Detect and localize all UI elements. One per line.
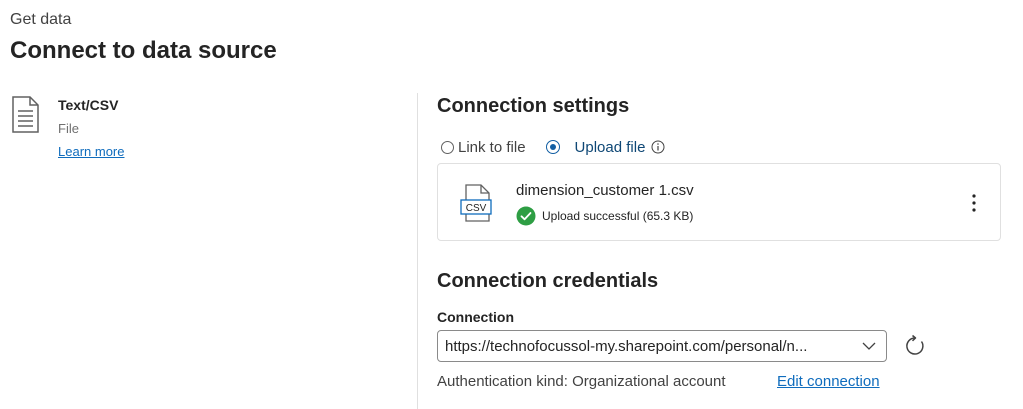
- refresh-icon[interactable]: [902, 333, 928, 359]
- chevron-down-icon: [862, 342, 876, 350]
- file-name: dimension_customer 1.csv: [516, 182, 694, 199]
- connection-dropdown[interactable]: https://technofocussol-my.sharepoint.com…: [437, 330, 887, 362]
- upload-status-text: Upload successful (65.3 KB): [542, 209, 694, 223]
- document-icon: [12, 96, 39, 133]
- radio-circle[interactable]: [545, 140, 560, 154]
- upload-status: Upload successful (65.3 KB): [516, 206, 693, 226]
- authentication-kind-text: Authentication kind: Organizational acco…: [437, 373, 726, 390]
- info-icon[interactable]: [651, 140, 665, 154]
- radio-circle[interactable]: [441, 140, 454, 154]
- uploaded-file-card: CSV dimension_customer 1.csv Upload succ…: [437, 163, 1001, 241]
- edit-connection-link[interactable]: Edit connection: [777, 373, 880, 390]
- connection-credentials-title: Connection credentials: [437, 270, 659, 292]
- source-type: File: [58, 121, 79, 136]
- success-check-icon: [516, 206, 536, 226]
- radio-upload-file[interactable]: Upload file: [545, 138, 646, 156]
- csv-icon-text: CSV: [466, 203, 487, 214]
- connection-label: Connection: [437, 309, 514, 325]
- radio-link-to-file[interactable]: Link to file: [441, 139, 526, 156]
- csv-file-icon: CSV: [460, 184, 492, 222]
- more-options-icon[interactable]: [964, 190, 984, 216]
- breadcrumb: Get data: [10, 11, 72, 28]
- radio-label: Upload file: [574, 138, 646, 156]
- get-data-dialog: Get data Connect to data source Text/CSV…: [0, 0, 1023, 409]
- page-title: Connect to data source: [10, 37, 277, 64]
- radio-label: Link to file: [458, 138, 526, 156]
- source-name: Text/CSV: [58, 97, 119, 113]
- learn-more-link[interactable]: Learn more: [58, 144, 124, 159]
- connection-dropdown-value: https://technofocussol-my.sharepoint.com…: [445, 338, 808, 355]
- connection-settings-title: Connection settings: [437, 95, 630, 117]
- panel-divider: [417, 93, 418, 409]
- file-source-radio-group: Link to file Upload file: [441, 137, 665, 157]
